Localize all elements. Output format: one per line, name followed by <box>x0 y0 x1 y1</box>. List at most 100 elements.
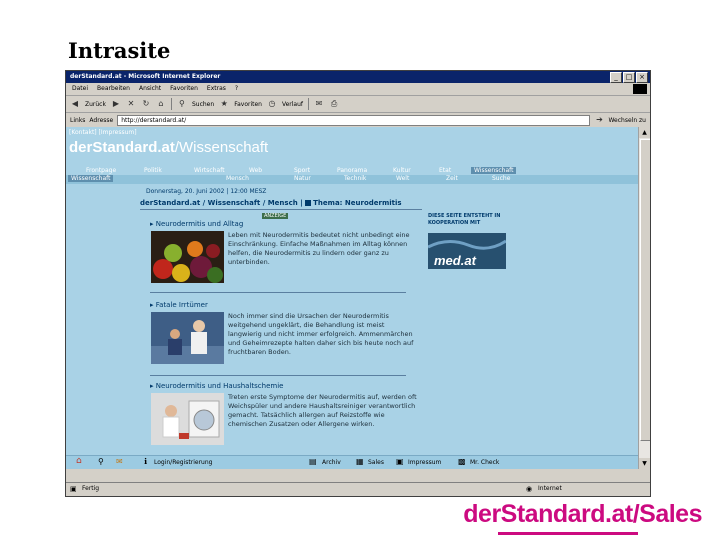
close-button[interactable]: × <box>636 72 648 83</box>
forward-icon[interactable]: ▶ <box>111 99 121 109</box>
article-title-3[interactable]: ▸ Neurodermitis und Haushaltschemie <box>150 382 283 390</box>
nav-etat[interactable]: Etat <box>439 167 451 174</box>
refresh-icon[interactable]: ↻ <box>141 99 151 109</box>
menu-favoriten[interactable]: Favoriten <box>170 83 198 95</box>
nav-panorama[interactable]: Panorama <box>337 167 367 174</box>
article-title-2[interactable]: ▸ Fatale Irrtümer <box>150 301 208 309</box>
toolbar-divider <box>308 98 310 110</box>
search-button[interactable]: Suchen <box>192 101 214 108</box>
scroll-thumb[interactable] <box>640 139 650 441</box>
archive-link[interactable]: Archiv <box>322 459 341 466</box>
topic-icon <box>305 200 312 206</box>
go-icon[interactable]: ➔ <box>594 115 604 125</box>
subnav-natur[interactable]: Natur <box>294 175 311 182</box>
divider <box>150 292 406 293</box>
links-label[interactable]: Links <box>70 117 85 124</box>
nav-politik[interactable]: Politik <box>144 167 162 174</box>
partner-label: DIESE SEITE ENTSTEHT IN KOOPERATION MIT <box>428 213 501 226</box>
divider <box>140 209 422 210</box>
breadcrumb-site[interactable]: derStandard.at <box>140 199 200 207</box>
article-image-doctor[interactable] <box>151 312 224 364</box>
envelope-icon[interactable]: ✉ <box>116 457 123 466</box>
site-logo[interactable]: derStandard.at/Wissenschaft <box>69 139 268 156</box>
subnav-zeit[interactable]: Zeit <box>446 175 458 182</box>
mrcheck-link[interactable]: Mr. Check <box>470 459 499 466</box>
primary-nav: Frontpage Politik Wirtschaft Web Sport P… <box>66 167 638 175</box>
addressbar: Links Adresse http://derstandard.at/ ➔ W… <box>66 113 650 128</box>
favorites-button[interactable]: Favoriten <box>234 101 262 108</box>
maximize-button[interactable]: □ <box>623 72 635 83</box>
status-text: Fertig <box>82 485 100 492</box>
breadcrumb-topic[interactable]: Thema: Neurodermitis <box>313 199 401 207</box>
back-button[interactable]: Zurück <box>85 101 106 108</box>
sales-icon: ▦ <box>356 457 364 466</box>
footer-nav: ⌂ ⚲ ✉ ℹ Login/Registrierung ▤ Archiv ▦ S… <box>66 455 638 469</box>
date-line: Donnerstag, 20. Juni 2002 | 12:00 MESZ <box>146 188 267 195</box>
menu-bearbeiten[interactable]: Bearbeiten <box>97 83 130 95</box>
nav-frontpage[interactable]: Frontpage <box>86 167 116 174</box>
home-icon[interactable]: ⌂ <box>76 456 82 466</box>
article-title-1[interactable]: ▸ Neurodermitis und Alltag <box>150 220 243 228</box>
history-icon[interactable]: ◷ <box>267 99 277 109</box>
article-image-laundry[interactable] <box>151 393 224 445</box>
breadcrumb-section[interactable]: Wissenschaft <box>208 199 261 207</box>
article-title-1-text: Neurodermitis und Alltag <box>155 220 244 228</box>
subnav-technik[interactable]: Technik <box>344 175 366 182</box>
doctor-image <box>151 312 224 364</box>
menubar: Datei Bearbeiten Ansicht Favoriten Extra… <box>66 83 650 96</box>
window-title: derStandard.at - Microsoft Internet Expl… <box>70 73 221 80</box>
favorites-icon[interactable]: ★ <box>219 99 229 109</box>
article-text-1: Leben mit Neurodermitis bedeutet nicht u… <box>228 231 410 266</box>
article-image-fruit[interactable] <box>151 231 224 283</box>
menu-extras[interactable]: Extras <box>207 83 226 95</box>
search-icon[interactable]: ⚲ <box>177 99 187 109</box>
page-content: [Kontakt] [Impressum] derStandard.at/Wis… <box>66 127 638 469</box>
brand-logo: derStandard.at/Sales <box>463 500 702 528</box>
address-input[interactable]: http://derstandard.at/ <box>117 114 591 126</box>
medat-logo[interactable]: med.at <box>428 233 506 269</box>
breadcrumb: derStandard.at / Wissenschaft / Mensch |… <box>140 199 402 207</box>
nav-wissenschaft[interactable]: Wissenschaft <box>471 167 517 174</box>
laundry-image <box>151 393 224 445</box>
nav-sport[interactable]: Sport <box>294 167 310 174</box>
subnav-welt[interactable]: Welt <box>396 175 409 182</box>
slide-title: Intrasite <box>68 38 171 63</box>
toolbar-divider <box>170 98 172 110</box>
internet-zone-icon: ◉ <box>526 485 533 493</box>
back-icon[interactable]: ◀ <box>70 99 80 109</box>
article-title-2-text: Fatale Irrtümer <box>155 301 208 309</box>
fruit-image <box>151 231 224 283</box>
subnav-mensch[interactable]: Mensch <box>226 175 249 182</box>
brand-underline <box>498 532 638 535</box>
go-button[interactable]: Wechseln zu <box>608 117 650 124</box>
nav-kultur[interactable]: Kultur <box>393 167 411 174</box>
stop-icon[interactable]: ✕ <box>126 99 136 109</box>
scroll-up-icon[interactable]: ▲ <box>639 127 650 138</box>
home-icon[interactable]: ⌂ <box>156 99 166 109</box>
nav-web[interactable]: Web <box>249 167 262 174</box>
login-link[interactable]: Login/Registrierung <box>154 459 212 466</box>
minimize-button[interactable]: _ <box>610 72 622 83</box>
breadcrumb-subsection[interactable]: Mensch <box>268 199 298 207</box>
site-logo-section: /Wissenschaft <box>174 139 269 156</box>
article-text-3: Treten erste Symptome der Neurodermitis … <box>228 393 417 428</box>
mail-icon[interactable]: ✉ <box>314 99 324 109</box>
site-top-links[interactable]: [Kontakt] [Impressum] <box>69 129 137 136</box>
subnav-suche[interactable]: Suche <box>492 175 510 182</box>
nav-wirtschaft[interactable]: Wirtschaft <box>194 167 225 174</box>
history-button[interactable]: Verlauf <box>282 101 303 108</box>
search-icon[interactable]: ⚲ <box>98 457 104 466</box>
windows-logo-icon <box>633 84 647 94</box>
vertical-scrollbar[interactable]: ▲ ▼ <box>638 127 650 469</box>
menu-datei[interactable]: Datei <box>72 83 88 95</box>
browser-titlebar: derStandard.at - Microsoft Internet Expl… <box>66 71 650 83</box>
print-icon[interactable]: ⎙ <box>329 99 339 109</box>
menu-help[interactable]: ? <box>235 83 238 95</box>
subnav-wissenschaft[interactable]: Wissenschaft <box>68 175 114 182</box>
sales-link[interactable]: Sales <box>368 459 384 466</box>
article-text-2: Noch immer sind die Ursachen der Neurode… <box>228 312 414 356</box>
site-logo-main: derStandard.at <box>69 139 175 156</box>
scroll-down-icon[interactable]: ▼ <box>639 458 650 469</box>
imprint-link[interactable]: Impressum <box>408 459 441 466</box>
menu-ansicht[interactable]: Ansicht <box>139 83 161 95</box>
